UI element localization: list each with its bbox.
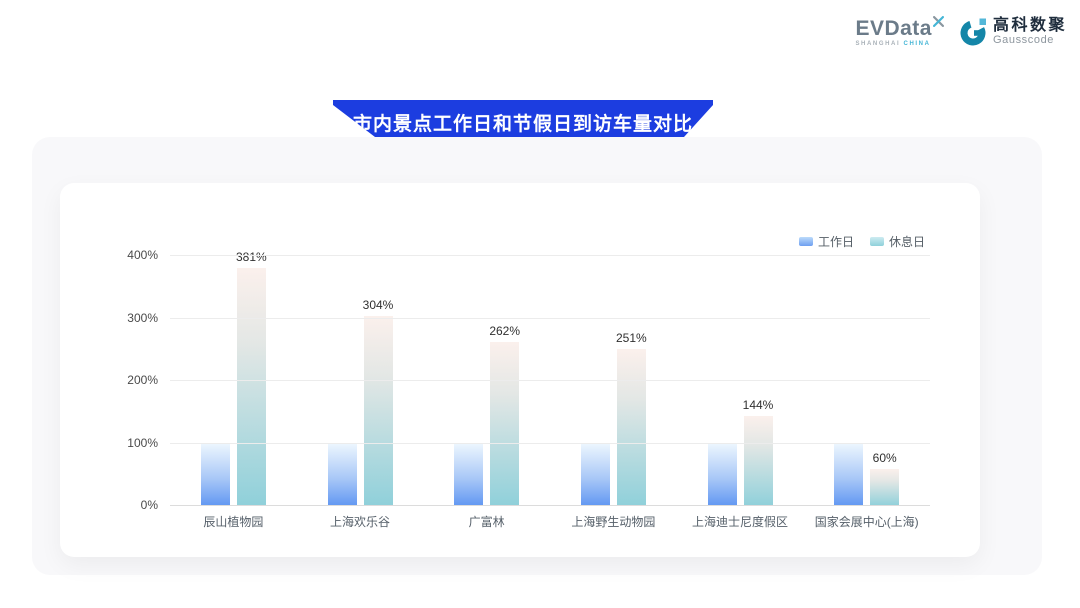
bar-value-label: 144% <box>743 398 774 412</box>
gridline <box>170 318 930 319</box>
gausscode-logo: 高科数聚 Gausscode <box>958 17 1067 47</box>
bar-value-label: 251% <box>616 331 647 345</box>
x-category-label: 广富林 <box>423 513 550 530</box>
x-category-label: 上海欢乐谷 <box>297 513 424 530</box>
title-banner: 市内景点工作日和节假日到访车量对比 <box>333 99 713 138</box>
chart-card: 工作日 休息日 381% 304% 262% 251% 144% 60% 辰山植物园上海欢乐… <box>60 183 980 557</box>
legend-item-workday[interactable]: 工作日 <box>799 233 854 250</box>
x-axis-labels: 辰山植物园上海欢乐谷广富林上海野生动物园上海迪士尼度假区国家会展中心(上海) <box>170 513 930 530</box>
chart-legend: 工作日 休息日 <box>799 233 925 250</box>
bar-slots: 381% 304% 262% 251% 144% 60% <box>170 256 930 506</box>
bar-holiday <box>364 316 393 506</box>
gridline <box>170 255 930 256</box>
y-tick-label: 200% <box>98 373 158 387</box>
evdata-x-icon <box>933 16 944 27</box>
bar-workday <box>454 444 483 507</box>
bar-value-label: 60% <box>873 451 897 465</box>
bar-workday <box>581 444 610 507</box>
bar-slot: 251% <box>550 256 677 506</box>
gridline <box>170 443 930 444</box>
bar-holiday <box>617 349 646 506</box>
page: EVData SHANGHAI CHINA 高科数聚 Gausscode <box>0 0 1080 608</box>
bar-holiday <box>237 268 266 506</box>
gausscode-en-name: Gausscode <box>993 35 1067 47</box>
page-title: 市内景点工作日和节假日到访车量对比 <box>333 109 713 136</box>
bar-slot: 60% <box>803 256 930 506</box>
y-tick-label: 100% <box>98 436 158 450</box>
x-category-label: 国家会展中心(上海) <box>803 513 930 530</box>
bar-value-label: 381% <box>236 250 267 264</box>
bar-workday <box>201 444 230 507</box>
plot-area: 381%304%262%251%144%60% 辰山植物园上海欢乐谷广富林上海野… <box>170 256 930 506</box>
evdata-wordmark: EVData <box>855 18 932 40</box>
legend-swatch <box>870 237 884 246</box>
legend-label: 工作日 <box>818 233 854 250</box>
bar-value-label: 304% <box>363 298 394 312</box>
gausscode-g-icon <box>958 17 988 47</box>
gausscode-cn-name: 高科数聚 <box>993 18 1067 35</box>
bar-slot: 304% <box>297 256 424 506</box>
bar-holiday <box>490 342 519 506</box>
bar-holiday <box>870 469 899 507</box>
gridline <box>170 505 930 506</box>
bar-holiday <box>744 416 773 506</box>
x-category-label: 上海野生动物园 <box>550 513 677 530</box>
legend-label: 休息日 <box>889 233 925 250</box>
y-tick-label: 300% <box>98 311 158 325</box>
bar-slot: 262% <box>423 256 550 506</box>
bar-slot: 381% <box>170 256 297 506</box>
x-category-label: 辰山植物园 <box>170 513 297 530</box>
legend-item-holiday[interactable]: 休息日 <box>870 233 925 250</box>
evdata-logo: EVData SHANGHAI CHINA <box>855 18 944 47</box>
gridline <box>170 380 930 381</box>
y-tick-label: 400% <box>98 248 158 262</box>
header-logos: EVData SHANGHAI CHINA 高科数聚 Gausscode <box>855 17 1067 47</box>
x-category-label: 上海迪士尼度假区 <box>677 513 804 530</box>
legend-swatch <box>799 237 813 246</box>
bar-workday <box>834 444 863 507</box>
bar-value-label: 262% <box>489 324 520 338</box>
bar-slot: 144% <box>677 256 804 506</box>
evdata-subtext: SHANGHAI CHINA <box>855 41 930 47</box>
y-tick-label: 0% <box>98 498 158 512</box>
bar-workday <box>328 444 357 507</box>
bar-workday <box>708 444 737 507</box>
